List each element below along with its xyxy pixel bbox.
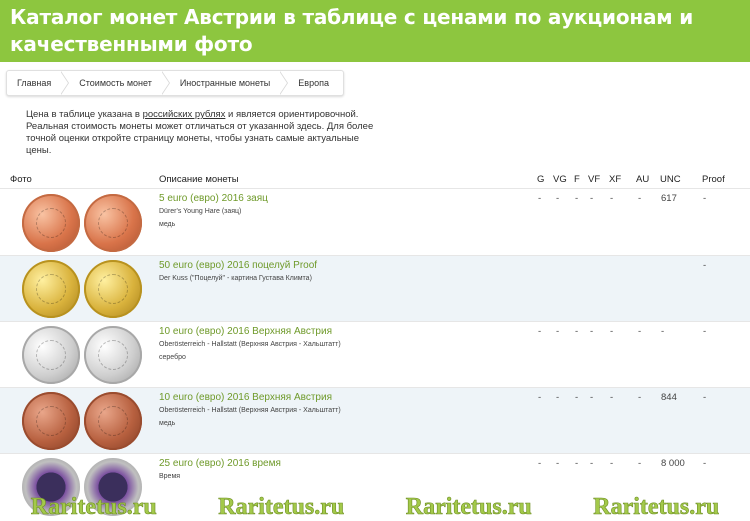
price-g: - xyxy=(538,193,542,204)
header-g: G xyxy=(537,174,545,185)
header-au: AU xyxy=(636,174,650,185)
header-banner: Каталог монет Австрии в таблице с ценами… xyxy=(0,0,750,62)
price-vf: - xyxy=(590,326,594,337)
price-unc: 617 xyxy=(661,193,677,204)
price-xf: - xyxy=(610,392,614,403)
coin-obverse-image[interactable] xyxy=(22,194,80,252)
price-unc: - xyxy=(661,326,665,337)
price-au: - xyxy=(638,193,642,204)
price-unc: 844 xyxy=(661,392,677,403)
price-au: - xyxy=(638,458,642,469)
coin-obverse-image[interactable] xyxy=(22,260,80,318)
price-f: - xyxy=(575,392,579,403)
price-g: - xyxy=(538,392,542,403)
coin-title-link[interactable]: 5 euro (евро) 2016 заяц xyxy=(159,193,268,204)
price-vf: - xyxy=(590,458,594,469)
coin-subtitle: Dürer's Young Hare (заяц) xyxy=(159,208,242,215)
watermark-text: Raritetus.ru xyxy=(593,494,720,521)
header-f: F xyxy=(574,174,580,185)
price-vg: - xyxy=(556,392,560,403)
table-row[interactable]: 10 euro (евро) 2016 Верхняя Австрия Ober… xyxy=(0,388,750,454)
price-proof: - xyxy=(703,458,707,469)
price-g: - xyxy=(538,326,542,337)
price-note: Цена в таблице указана в российских рубл… xyxy=(26,109,376,157)
coin-obverse-image[interactable] xyxy=(22,392,80,450)
breadcrumb-home[interactable]: Главная xyxy=(7,71,70,95)
breadcrumb-foreign-coins[interactable]: Иностранные монеты xyxy=(166,71,289,95)
coin-subtitle: Oberösterreich - Hallstatt (Верхняя Авст… xyxy=(159,407,341,414)
table-row[interactable]: 50 euro (евро) 2016 поцелуй Proof Der Ku… xyxy=(0,256,750,322)
header-description: Описание монеты xyxy=(159,174,239,185)
price-au: - xyxy=(638,326,642,337)
price-g: - xyxy=(538,458,542,469)
header-xf: XF xyxy=(609,174,622,185)
price-proof: - xyxy=(703,260,707,271)
table-header: Фото Описание монеты G VG F VF XF AU UNC… xyxy=(0,172,750,189)
price-vf: - xyxy=(590,392,594,403)
coin-material: медь xyxy=(159,221,176,228)
watermark-text: Raritetus.ru xyxy=(405,494,532,521)
price-vg: - xyxy=(556,193,560,204)
coin-reverse-image[interactable] xyxy=(84,392,142,450)
price-xf: - xyxy=(610,458,614,469)
price-au: - xyxy=(638,392,642,403)
coin-subtitle: Время xyxy=(159,473,181,480)
breadcrumb-coin-value[interactable]: Стоимость монет xyxy=(65,71,170,95)
header-proof: Proof xyxy=(702,174,725,185)
table-row[interactable]: 10 euro (евро) 2016 Верхняя Австрия Ober… xyxy=(0,322,750,388)
rubles-link[interactable]: российских рублях xyxy=(143,109,226,120)
coin-title-link[interactable]: 50 euro (евро) 2016 поцелуй Proof xyxy=(159,260,317,271)
coin-reverse-image[interactable] xyxy=(84,260,142,318)
watermark-text: Raritetus.ru xyxy=(30,494,157,521)
table-row[interactable]: 5 euro (евро) 2016 заяц Dürer's Young Ha… xyxy=(0,190,750,256)
coin-material: медь xyxy=(159,420,176,427)
coin-obverse-image[interactable] xyxy=(22,326,80,384)
price-vf: - xyxy=(590,193,594,204)
coin-reverse-image[interactable] xyxy=(84,326,142,384)
page-title-line-1: Каталог монет Австрии в таблице с ценами… xyxy=(10,5,694,29)
coin-title-link[interactable]: 25 euro (евро) 2016 время xyxy=(159,458,281,469)
coin-subtitle: Der Kuss ("Поцелуй" - картина Густава Кл… xyxy=(159,275,312,282)
price-f: - xyxy=(575,193,579,204)
header-unc: UNC xyxy=(660,174,681,185)
price-xf: - xyxy=(610,326,614,337)
page-title-line-2: качественными фото xyxy=(10,32,253,56)
coin-material: серебро xyxy=(159,354,186,361)
price-f: - xyxy=(575,458,579,469)
coin-reverse-image[interactable] xyxy=(84,194,142,252)
watermark: Raritetus.ru Raritetus.ru Raritetus.ru R… xyxy=(0,494,750,521)
price-unc: 8 000 xyxy=(661,458,685,469)
header-vg: VG xyxy=(553,174,567,185)
price-f: - xyxy=(575,326,579,337)
watermark-text: Raritetus.ru xyxy=(218,494,345,521)
coin-subtitle: Oberösterreich - Hallstatt (Верхняя Авст… xyxy=(159,341,341,348)
coin-title-link[interactable]: 10 euro (евро) 2016 Верхняя Австрия xyxy=(159,326,332,337)
price-proof: - xyxy=(703,193,707,204)
price-proof: - xyxy=(703,392,707,403)
breadcrumb-europe[interactable]: Европа xyxy=(284,71,343,95)
price-proof: - xyxy=(703,326,707,337)
header-photo: Фото xyxy=(10,174,32,185)
price-vg: - xyxy=(556,458,560,469)
coin-title-link[interactable]: 10 euro (евро) 2016 Верхняя Австрия xyxy=(159,392,332,403)
price-vg: - xyxy=(556,326,560,337)
header-vf: VF xyxy=(588,174,601,185)
price-xf: - xyxy=(610,193,614,204)
breadcrumb: Главная Стоимость монет Иностранные моне… xyxy=(6,70,344,96)
price-note-text-1: Цена в таблице указана в xyxy=(26,109,143,120)
